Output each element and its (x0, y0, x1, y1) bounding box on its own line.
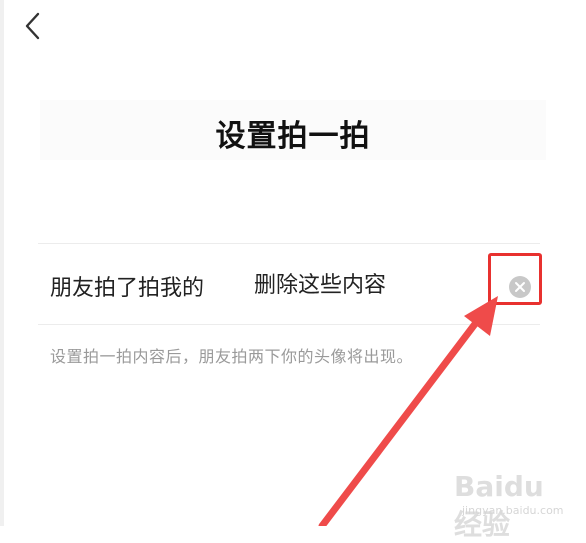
divider (38, 324, 540, 325)
annotation-highlight-box (488, 253, 542, 305)
pat-text-row: 朋友拍了拍我的 (38, 244, 540, 324)
hint-text: 设置拍一拍内容后，朋友拍两下你的头像将出现。 (50, 347, 414, 366)
watermark: Baidu经验 jingyan.baidu.com (448, 470, 564, 541)
pat-prefix-label: 朋友拍了拍我的 (50, 276, 205, 301)
pat-text-input[interactable] (254, 270, 454, 295)
page-title: 设置拍一拍 (215, 119, 371, 154)
frame-edge (0, 0, 4, 526)
back-button[interactable] (18, 10, 48, 42)
chevron-left-icon (25, 12, 40, 40)
watermark-url: jingyan.baidu.com (462, 504, 564, 517)
